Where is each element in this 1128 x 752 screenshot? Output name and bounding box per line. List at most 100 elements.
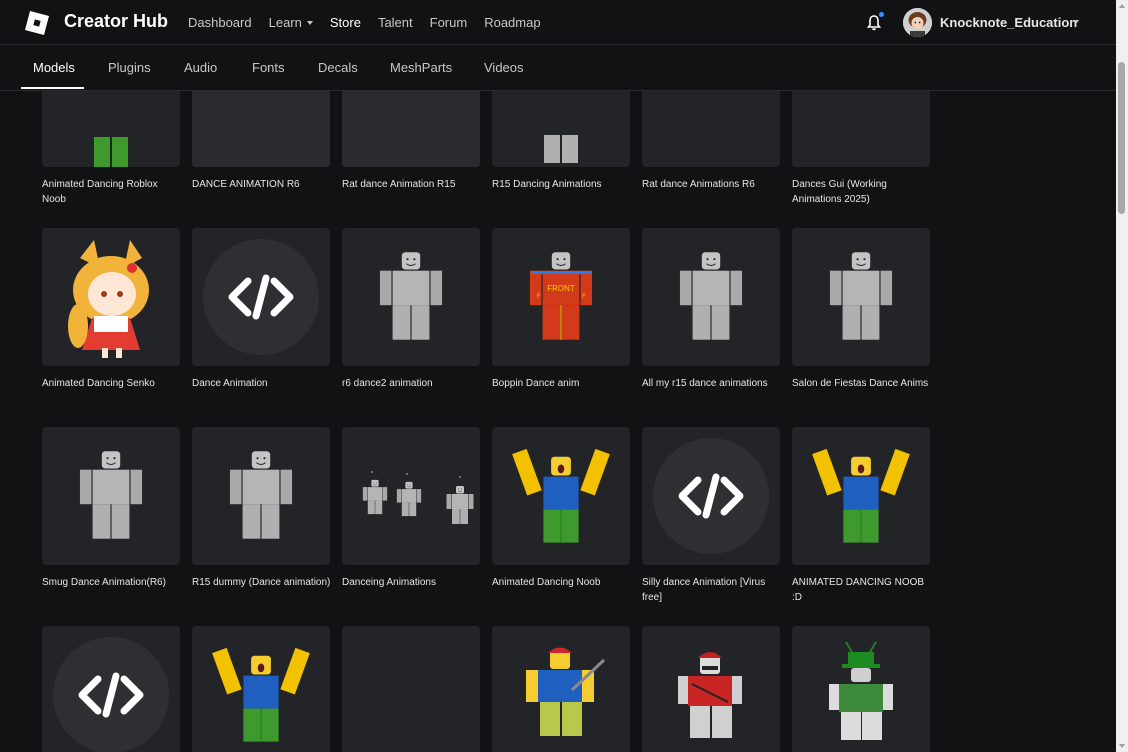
- model-thumbnail[interactable]: [642, 91, 780, 167]
- model-title[interactable]: All my r15 dance animations: [642, 376, 782, 391]
- tab-plugins[interactable]: Plugins: [108, 60, 151, 75]
- model-title[interactable]: DANCE ANIMATION R6: [192, 177, 332, 192]
- model-card[interactable]: R15 Dancing Animations: [492, 91, 630, 192]
- scrollbar[interactable]: [1116, 0, 1128, 752]
- roblox-logo-icon[interactable]: [24, 10, 50, 36]
- model-thumbnail[interactable]: [42, 626, 180, 752]
- top-bar: Creator Hub Dashboard Learn Store Talent…: [0, 0, 1116, 45]
- model-card[interactable]: Silly dance Animation [Virus free]: [642, 427, 780, 605]
- model-thumbnail[interactable]: [792, 91, 930, 167]
- chevron-down-icon[interactable]: [1073, 20, 1079, 24]
- main-nav: Dashboard Learn Store Talent Forum Roadm…: [188, 15, 558, 30]
- model-thumbnail[interactable]: [792, 228, 930, 366]
- model-card[interactable]: Animated Dancing Roblox Noob: [42, 91, 180, 207]
- model-thumbnail[interactable]: [192, 91, 330, 167]
- model-thumbnail[interactable]: [192, 228, 330, 366]
- tab-audio[interactable]: Audio: [184, 60, 217, 75]
- model-thumbnail[interactable]: [342, 91, 480, 167]
- model-card[interactable]: Smug Dance Animation(R6): [42, 427, 180, 590]
- model-title[interactable]: Silly dance Animation [Virus free]: [642, 575, 782, 605]
- model-thumbnail[interactable]: [342, 626, 480, 752]
- nav-label: Dashboard: [188, 15, 252, 30]
- model-title[interactable]: Animated Dancing Noob: [492, 575, 632, 590]
- nav-forum[interactable]: Forum: [430, 15, 468, 30]
- model-title[interactable]: Salon de Fiestas Dance Anims: [792, 376, 932, 391]
- nav-store[interactable]: Store: [330, 15, 361, 30]
- model-thumbnail[interactable]: [42, 91, 180, 167]
- model-thumbnail[interactable]: [42, 427, 180, 565]
- model-card[interactable]: [192, 626, 330, 752]
- model-card[interactable]: r6 dance2 animation: [342, 228, 480, 391]
- category-tabs: Models Plugins Audio Fonts Decals MeshPa…: [0, 45, 1116, 91]
- model-title[interactable]: Danceing Animations: [342, 575, 482, 590]
- model-card[interactable]: [492, 626, 630, 752]
- model-card[interactable]: [42, 626, 180, 752]
- nav-roadmap[interactable]: Roadmap: [484, 15, 540, 30]
- model-card[interactable]: Rat dance Animations R6: [642, 91, 780, 192]
- model-card[interactable]: [642, 626, 780, 752]
- model-thumbnail[interactable]: [192, 427, 330, 565]
- model-card[interactable]: Dance Animation: [192, 228, 330, 391]
- nav-learn[interactable]: Learn: [269, 15, 313, 30]
- model-title[interactable]: Smug Dance Animation(R6): [42, 575, 182, 590]
- model-thumbnail[interactable]: [42, 228, 180, 366]
- model-card[interactable]: DANCE ANIMATION R6: [192, 91, 330, 192]
- svg-text:FRONT: FRONT: [547, 284, 575, 293]
- tab-videos[interactable]: Videos: [484, 60, 524, 75]
- model-thumbnail[interactable]: [342, 427, 480, 565]
- model-card[interactable]: Dances Gui (Working Animations 2025): [792, 91, 930, 207]
- model-thumbnail[interactable]: [642, 228, 780, 366]
- model-title[interactable]: Dance Animation: [192, 376, 332, 391]
- model-thumbnail[interactable]: [192, 626, 330, 752]
- scroll-thumb[interactable]: [1118, 62, 1125, 214]
- model-thumbnail[interactable]: [492, 91, 630, 167]
- model-thumbnail[interactable]: FRONT F F: [492, 228, 630, 366]
- username[interactable]: Knocknote_Education: [940, 15, 1077, 30]
- model-title[interactable]: Dances Gui (Working Animations 2025): [792, 177, 932, 207]
- tab-models[interactable]: Models: [33, 60, 75, 75]
- model-thumbnail[interactable]: [492, 427, 630, 565]
- model-thumbnail[interactable]: [342, 228, 480, 366]
- model-card[interactable]: FRONT F F Boppin Dance anim: [492, 228, 630, 391]
- model-title[interactable]: r6 dance2 animation: [342, 376, 482, 391]
- svg-text:F: F: [537, 294, 541, 300]
- model-card[interactable]: R15 dummy (Dance animation): [192, 427, 330, 590]
- model-thumbnail[interactable]: [642, 427, 780, 565]
- model-title[interactable]: R15 dummy (Dance animation): [192, 575, 332, 590]
- model-card[interactable]: [342, 626, 480, 752]
- model-card[interactable]: All my r15 dance animations: [642, 228, 780, 391]
- model-card[interactable]: Rat dance Animation R15: [342, 91, 480, 192]
- model-card[interactable]: Animated Dancing Senko: [42, 228, 180, 391]
- nav-talent[interactable]: Talent: [378, 15, 413, 30]
- model-card[interactable]: [792, 626, 930, 752]
- tab-meshparts[interactable]: MeshParts: [390, 60, 452, 75]
- model-title[interactable]: Boppin Dance anim: [492, 376, 632, 391]
- model-thumbnail[interactable]: [792, 427, 930, 565]
- model-title[interactable]: Animated Dancing Roblox Noob: [42, 177, 182, 207]
- active-tab-indicator: [21, 87, 84, 89]
- scroll-down-icon[interactable]: [1119, 744, 1125, 748]
- model-title[interactable]: Animated Dancing Senko: [42, 376, 182, 391]
- tab-decals[interactable]: Decals: [318, 60, 358, 75]
- notification-dot: [879, 12, 884, 17]
- nav-label: Forum: [429, 15, 468, 30]
- model-thumbnail[interactable]: [642, 626, 780, 752]
- model-thumbnail[interactable]: [492, 626, 630, 752]
- nav-label: Learn: [268, 15, 302, 30]
- nav-dashboard[interactable]: Dashboard: [188, 15, 252, 30]
- model-title[interactable]: R15 Dancing Animations: [492, 177, 632, 192]
- model-card[interactable]: ANIMATED DANCING NOOB :D: [792, 427, 930, 605]
- nav-label: Roadmap: [484, 15, 541, 30]
- scroll-up-icon[interactable]: [1119, 4, 1125, 8]
- model-title[interactable]: Rat dance Animation R15: [342, 177, 482, 192]
- model-title[interactable]: Rat dance Animations R6: [642, 177, 782, 192]
- model-card[interactable]: Animated Dancing Noob: [492, 427, 630, 590]
- model-card[interactable]: Danceing Animations: [342, 427, 480, 590]
- avatar[interactable]: [903, 8, 932, 37]
- brand-title[interactable]: Creator Hub: [64, 11, 168, 32]
- model-card[interactable]: Salon de Fiestas Dance Anims: [792, 228, 930, 391]
- model-thumbnail[interactable]: [792, 626, 930, 752]
- model-title[interactable]: ANIMATED DANCING NOOB :D: [792, 575, 932, 605]
- chevron-down-icon: [306, 20, 313, 25]
- tab-fonts[interactable]: Fonts: [252, 60, 285, 75]
